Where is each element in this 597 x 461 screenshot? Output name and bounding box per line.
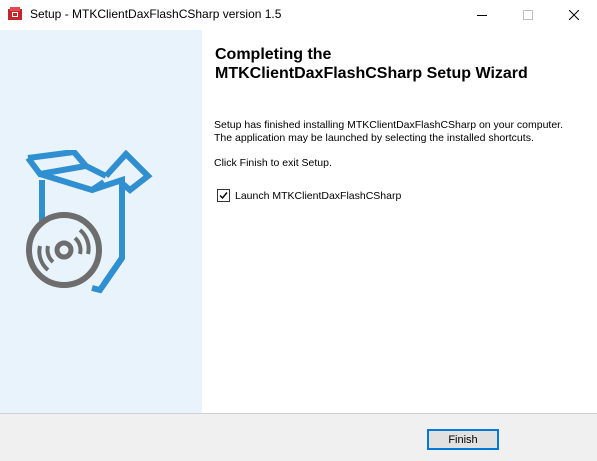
title-bar[interactable]: Setup - MTKClientDaxFlashCSharp version … xyxy=(0,0,597,30)
minimize-icon xyxy=(477,10,487,20)
completion-message-line2: The application may be launched by selec… xyxy=(214,132,534,144)
minimize-button[interactable] xyxy=(459,0,505,30)
wizard-side-panel xyxy=(0,30,202,413)
page-title-line2: MTKClientDaxFlashCSharp Setup Wizard xyxy=(215,65,528,82)
launch-checkbox-label[interactable]: Launch MTKClientDaxFlashCSharp xyxy=(235,190,401,202)
page-title: Completing the MTKClientDaxFlashCSharp S… xyxy=(215,45,593,83)
maximize-icon xyxy=(523,10,533,20)
completion-message: Setup has finished installing MTKClientD… xyxy=(214,119,592,145)
close-button[interactable] xyxy=(551,0,597,30)
close-icon xyxy=(569,10,579,20)
setup-app-icon xyxy=(8,7,22,21)
launch-checkbox[interactable] xyxy=(217,189,230,202)
finish-button[interactable]: Finish xyxy=(427,429,499,450)
finish-instruction: Click Finish to exit Setup. xyxy=(214,157,332,169)
wizard-footer: Finish xyxy=(0,414,597,461)
completion-message-line1: Setup has finished installing MTKClientD… xyxy=(214,119,564,131)
page-title-line1: Completing the xyxy=(215,46,332,63)
wizard-content: Completing the MTKClientDaxFlashCSharp S… xyxy=(202,30,597,413)
box-with-disc-icon xyxy=(25,150,153,294)
setup-window: Setup - MTKClientDaxFlashCSharp version … xyxy=(0,0,597,461)
checkmark-icon xyxy=(219,192,228,200)
window-title: Setup - MTKClientDaxFlashCSharp version … xyxy=(30,7,282,21)
launch-option[interactable]: Launch MTKClientDaxFlashCSharp xyxy=(217,188,401,203)
maximize-button[interactable] xyxy=(505,0,551,30)
